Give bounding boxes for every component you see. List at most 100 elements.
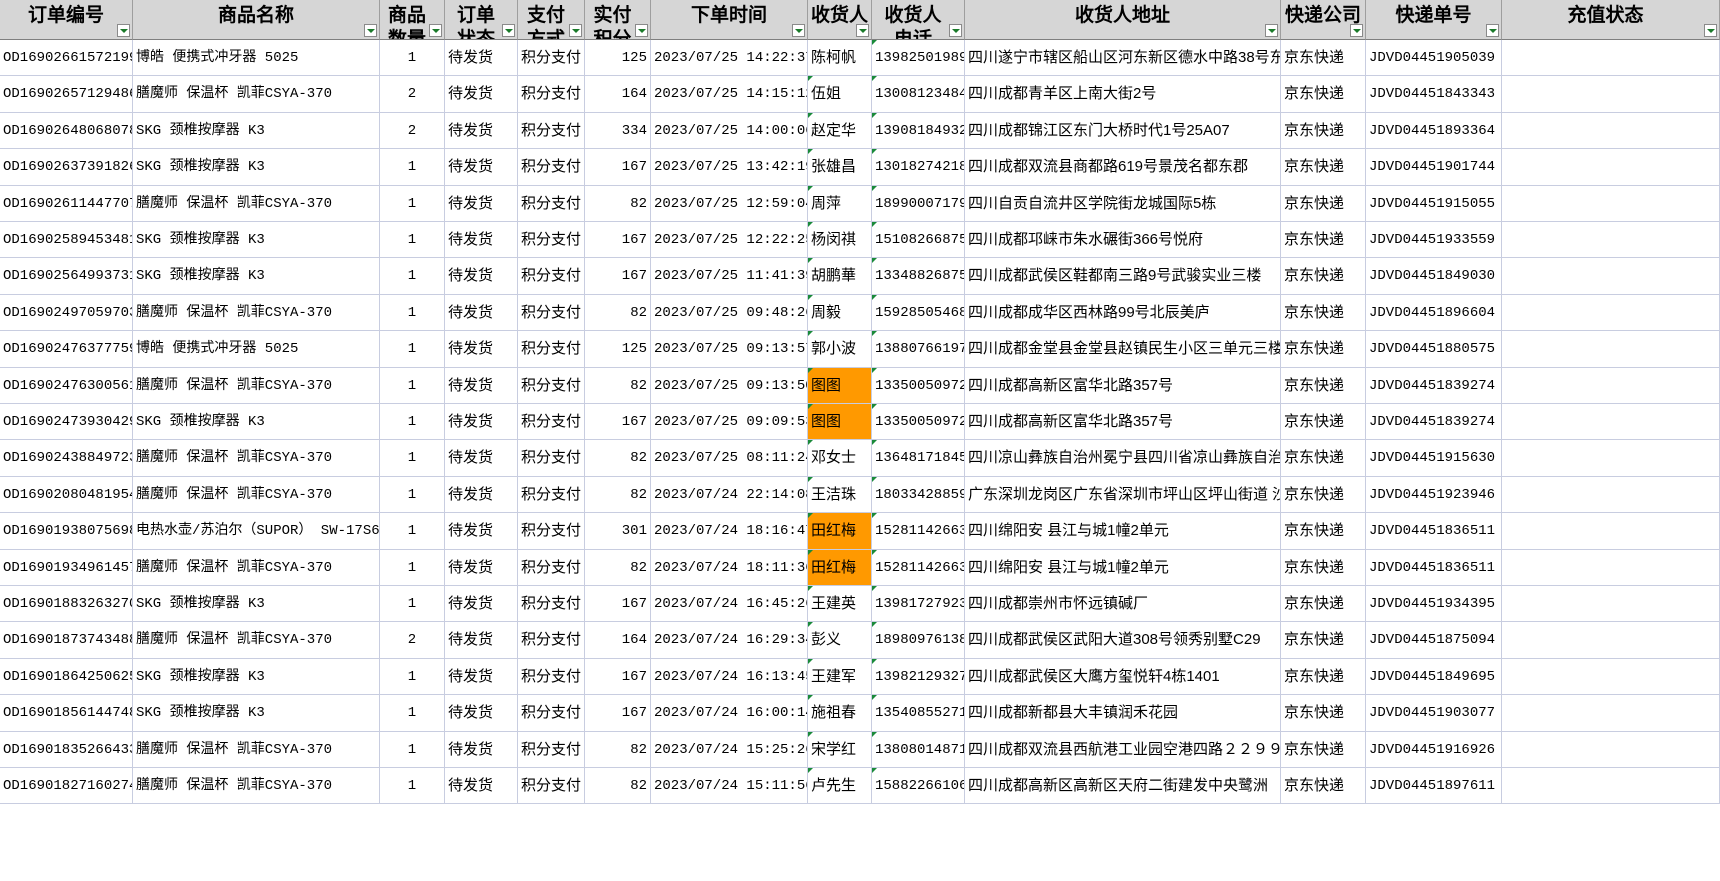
cell-name[interactable]: 胡鹏華 <box>808 258 872 295</box>
cell-topup[interactable] <box>1502 586 1720 623</box>
cell-paid[interactable]: 82 <box>585 440 651 477</box>
cell-tracking[interactable]: JDVD04451934395 <box>1366 586 1502 623</box>
cell-tracking[interactable]: JDVD04451896604 <box>1366 294 1502 332</box>
cell-product[interactable]: 膳魔师 保温杯 凯菲CSYA-370 <box>133 731 380 768</box>
cell-order-id[interactable]: OD16901934961457 <box>0 549 133 586</box>
cell-pay[interactable]: 积分支付 <box>518 695 585 732</box>
filter-dropdown-icon[interactable] <box>117 24 130 37</box>
cell-name[interactable]: 伍姐 <box>808 76 872 113</box>
cell-status[interactable]: 待发货 <box>445 149 518 186</box>
cell-tracking[interactable]: JDVD04451897611 <box>1366 768 1502 805</box>
cell-qty[interactable]: 2 <box>380 76 445 113</box>
cell-order-id[interactable]: OD16902611447707 <box>0 185 133 222</box>
cell-product[interactable]: SKG 颈椎按摩器 K3 <box>133 658 380 696</box>
cell-topup[interactable] <box>1502 731 1720 768</box>
cell-order-id[interactable]: OD16902564993731 <box>0 258 133 295</box>
cell-name[interactable]: 宋学红 <box>808 731 872 768</box>
table-row[interactable]: OD16901827160274 膳魔师 保温杯 凯菲CSYA-370 1 待发货 积分… <box>0 768 1720 805</box>
cell-order-id[interactable]: OD16901938075698 <box>0 513 133 550</box>
cell-status[interactable]: 待发货 <box>445 222 518 259</box>
cell-addr[interactable]: 四川成都金堂县金堂县赵镇民生小区三单元三楼4号 <box>965 331 1281 368</box>
cell-order-id[interactable]: OD16902080481954 <box>0 476 133 514</box>
cell-tracking[interactable]: JDVD04451839274 <box>1366 404 1502 441</box>
cell-status[interactable]: 待发货 <box>445 440 518 477</box>
cell-topup[interactable] <box>1502 40 1720 77</box>
cell-order-id[interactable]: OD16902497059703 <box>0 294 133 332</box>
cell-topup[interactable] <box>1502 513 1720 550</box>
cell-phone[interactable]: 15281142663 <box>872 513 965 550</box>
table-row[interactable]: OD16901883263270 SKG 颈椎按摩器 K3 1 待发货 积分支付 167 2… <box>0 586 1720 623</box>
cell-paid[interactable]: 167 <box>585 586 651 623</box>
cell-phone[interactable]: 13908184932 <box>872 112 965 150</box>
cell-pay[interactable]: 积分支付 <box>518 440 585 477</box>
cell-product[interactable]: 膳魔师 保温杯 凯菲CSYA-370 <box>133 440 380 477</box>
cell-addr[interactable]: 四川成都武侯区武阳大道308号领秀别墅C29 <box>965 622 1281 659</box>
cell-tracking[interactable]: JDVD04451839274 <box>1366 367 1502 404</box>
cell-order-id[interactable]: OD16901856144748 <box>0 695 133 732</box>
cell-pay[interactable]: 积分支付 <box>518 586 585 623</box>
cell-courier[interactable]: 京东快递 <box>1281 185 1366 222</box>
cell-pay[interactable]: 积分支付 <box>518 658 585 696</box>
cell-order-id[interactable]: OD16901864250625 <box>0 658 133 696</box>
cell-qty[interactable]: 1 <box>380 731 445 768</box>
table-row[interactable]: OD16901938075698 电热水壶/苏泊尔（SUPOR） SW-17S62… <box>0 513 1720 550</box>
cell-tracking[interactable]: JDVD04451915055 <box>1366 185 1502 222</box>
table-row[interactable]: OD16902080481954 膳魔师 保温杯 凯菲CSYA-370 1 待发货 积分… <box>0 476 1720 514</box>
cell-product[interactable]: 膳魔师 保温杯 凯菲CSYA-370 <box>133 76 380 113</box>
table-row[interactable]: OD16902661572199 博皓 便携式冲牙器 5025 1 待发货 积分支付 12… <box>0 40 1720 77</box>
cell-topup[interactable] <box>1502 658 1720 696</box>
cell-topup[interactable] <box>1502 76 1720 113</box>
cell-tracking[interactable]: JDVD04451875094 <box>1366 622 1502 659</box>
cell-time[interactable]: 2023/07/25 08:11:24 <box>651 440 808 477</box>
cell-tracking[interactable]: JDVD04451901744 <box>1366 149 1502 186</box>
cell-phone[interactable]: 18990007179 <box>872 185 965 222</box>
cell-status[interactable]: 待发货 <box>445 476 518 514</box>
table-row[interactable]: OD16902473930429 SKG 颈椎按摩器 K3 1 待发货 积分支付 167 2… <box>0 404 1720 441</box>
cell-phone[interactable]: 15928505468 <box>872 294 965 332</box>
column-header-time[interactable]: 下单时间 <box>651 0 808 40</box>
cell-time[interactable]: 2023/07/24 15:11:56 <box>651 768 808 805</box>
cell-name[interactable]: 田红梅 <box>808 549 872 586</box>
cell-courier[interactable]: 京东快递 <box>1281 222 1366 259</box>
cell-pay[interactable]: 积分支付 <box>518 549 585 586</box>
cell-order-id[interactable]: OD16902661572199 <box>0 40 133 77</box>
table-row[interactable]: OD16901873743488 膳魔师 保温杯 凯菲CSYA-370 2 待发货 积分… <box>0 622 1720 659</box>
cell-name[interactable]: 图图 <box>808 367 872 404</box>
cell-product[interactable]: 电热水壶/苏泊尔（SUPOR） SW-17S62A <box>133 513 380 550</box>
cell-paid[interactable]: 82 <box>585 549 651 586</box>
cell-name[interactable]: 王洁珠 <box>808 476 872 514</box>
table-row[interactable]: OD16901934961457 膳魔师 保温杯 凯菲CSYA-370 1 待发货 积分… <box>0 549 1720 586</box>
cell-time[interactable]: 2023/07/24 18:16:47 <box>651 513 808 550</box>
cell-addr[interactable]: 四川成都高新区富华北路357号 <box>965 367 1281 404</box>
cell-status[interactable]: 待发货 <box>445 622 518 659</box>
cell-paid[interactable]: 82 <box>585 476 651 514</box>
cell-product[interactable]: 膳魔师 保温杯 凯菲CSYA-370 <box>133 185 380 222</box>
cell-time[interactable]: 2023/07/24 18:11:36 <box>651 549 808 586</box>
cell-tracking[interactable]: JDVD04451836511 <box>1366 549 1502 586</box>
cell-name[interactable]: 周毅 <box>808 294 872 332</box>
cell-status[interactable]: 待发货 <box>445 513 518 550</box>
cell-pay[interactable]: 积分支付 <box>518 476 585 514</box>
column-header-qty[interactable]: 商品数量 <box>380 0 445 40</box>
cell-product[interactable]: 博皓 便携式冲牙器 5025 <box>133 331 380 368</box>
cell-product[interactable]: SKG 颈椎按摩器 K3 <box>133 222 380 259</box>
cell-paid[interactable]: 167 <box>585 222 651 259</box>
cell-courier[interactable]: 京东快递 <box>1281 513 1366 550</box>
cell-product[interactable]: 膳魔师 保温杯 凯菲CSYA-370 <box>133 549 380 586</box>
cell-courier[interactable]: 京东快递 <box>1281 695 1366 732</box>
cell-qty[interactable]: 2 <box>380 622 445 659</box>
cell-topup[interactable] <box>1502 404 1720 441</box>
cell-tracking[interactable]: JDVD04451849695 <box>1366 658 1502 696</box>
cell-tracking[interactable]: JDVD04451893364 <box>1366 112 1502 150</box>
cell-qty[interactable]: 1 <box>380 185 445 222</box>
cell-courier[interactable]: 京东快递 <box>1281 404 1366 441</box>
column-header-topup[interactable]: 充值状态 <box>1502 0 1720 40</box>
cell-time[interactable]: 2023/07/24 16:29:34 <box>651 622 808 659</box>
cell-pay[interactable]: 积分支付 <box>518 367 585 404</box>
cell-time[interactable]: 2023/07/25 09:48:26 <box>651 294 808 332</box>
cell-courier[interactable]: 京东快递 <box>1281 367 1366 404</box>
cell-name[interactable]: 张雄昌 <box>808 149 872 186</box>
cell-paid[interactable]: 82 <box>585 294 651 332</box>
cell-addr[interactable]: 四川成都邛崃市朱水碾街366号悦府 <box>965 222 1281 259</box>
filter-dropdown-icon[interactable] <box>792 24 805 37</box>
